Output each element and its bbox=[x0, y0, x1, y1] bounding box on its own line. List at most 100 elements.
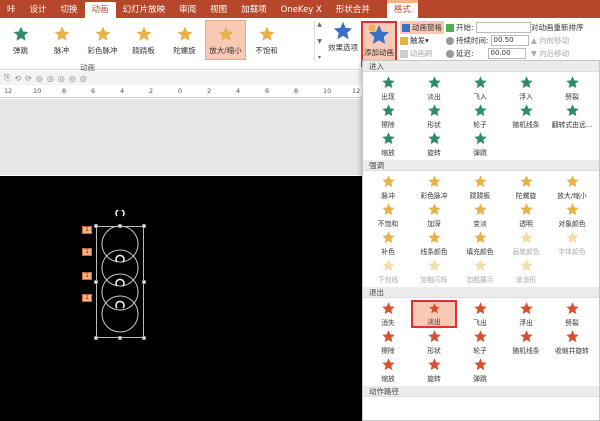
effect-item[interactable]: 不饱和 bbox=[365, 201, 411, 229]
star-icon bbox=[427, 203, 441, 216]
start-dropdown[interactable] bbox=[475, 22, 531, 33]
tab-8[interactable]: OneKey X bbox=[274, 2, 329, 18]
animation-order-badge[interactable]: 1 bbox=[82, 248, 92, 256]
resize-handle[interactable] bbox=[118, 224, 122, 228]
effect-item[interactable]: 收缩并旋转 bbox=[549, 328, 595, 356]
effect-item[interactable]: 翻转式由远... bbox=[549, 102, 595, 130]
animation-order-badge[interactable]: 1 bbox=[82, 294, 92, 302]
tab-format[interactable]: 格式 bbox=[386, 0, 418, 18]
tab-9[interactable]: 形状合并 bbox=[329, 2, 377, 18]
shape-icon[interactable]: ◎ bbox=[47, 74, 54, 83]
resize-handle[interactable] bbox=[94, 224, 98, 228]
effect-item[interactable]: 出现 bbox=[365, 74, 411, 102]
tab-3[interactable]: 动画 bbox=[84, 2, 116, 18]
star-icon bbox=[427, 104, 441, 117]
selected-shapes[interactable] bbox=[94, 210, 148, 340]
resize-handle[interactable] bbox=[118, 336, 122, 340]
effect-item[interactable]: 消失 bbox=[365, 300, 411, 328]
move-later-button[interactable]: ▼ 向后移动 bbox=[531, 47, 584, 60]
effect-options-button[interactable]: 效果选项 bbox=[324, 20, 362, 64]
effect-item[interactable]: 轮子 bbox=[457, 328, 503, 356]
effect-item[interactable]: 淡出 bbox=[411, 300, 457, 328]
effect-item[interactable]: 旋转 bbox=[411, 130, 457, 158]
scroll-up-icon[interactable]: ▲ bbox=[317, 21, 322, 28]
tab-0[interactable]: 咔 bbox=[0, 2, 23, 18]
animation-pane-button[interactable]: 动画窗格 bbox=[400, 21, 444, 34]
effect-item[interactable]: 轮子 bbox=[457, 102, 503, 130]
shape-icon[interactable]: ◎ bbox=[58, 74, 65, 83]
effect-item[interactable]: 擦除 bbox=[365, 328, 411, 356]
effect-item[interactable]: 加深 bbox=[411, 201, 457, 229]
effect-item[interactable]: 彩色脉冲 bbox=[411, 173, 457, 201]
tab-2[interactable]: 切换 bbox=[54, 2, 85, 18]
star-icon bbox=[519, 203, 533, 216]
effect-item[interactable]: 淡出 bbox=[411, 74, 457, 102]
animation-order-badge[interactable]: 1 bbox=[82, 272, 92, 280]
resize-handle[interactable] bbox=[142, 224, 146, 228]
tab-5[interactable]: 审阅 bbox=[172, 2, 203, 18]
animation-order-badge[interactable]: 1 bbox=[82, 226, 92, 234]
effect-item[interactable]: 跷跷板 bbox=[457, 173, 503, 201]
tab-7[interactable]: 加载项 bbox=[234, 2, 274, 18]
tab-4[interactable]: 幻灯片放映 bbox=[116, 2, 173, 18]
resize-handle[interactable] bbox=[94, 280, 98, 284]
effect-item[interactable]: 飞入 bbox=[457, 74, 503, 102]
undo-icon[interactable]: ⟲ bbox=[14, 74, 21, 83]
gallery-scroll[interactable]: ▲ ▼ ▾ bbox=[314, 21, 324, 61]
effect-item[interactable]: 变淡 bbox=[457, 201, 503, 229]
resize-handle[interactable] bbox=[142, 280, 146, 284]
gallery-more-icon[interactable]: ▾ bbox=[318, 54, 321, 61]
scroll-down-icon[interactable]: ▼ bbox=[317, 38, 322, 45]
shape-icon[interactable]: ◎ bbox=[69, 74, 76, 83]
tab-6[interactable]: 视图 bbox=[203, 2, 234, 18]
delay-input[interactable]: 00.00 bbox=[487, 48, 526, 59]
effect-item[interactable]: 填充颜色 bbox=[457, 229, 503, 257]
effect-item[interactable]: 形状 bbox=[411, 328, 457, 356]
effect-item[interactable]: 擦除 bbox=[365, 102, 411, 130]
effect-item: 加粗闪烁 bbox=[411, 257, 457, 285]
effect-item[interactable]: 劈裂 bbox=[549, 74, 595, 102]
effect-item[interactable]: 浮入 bbox=[503, 74, 549, 102]
effect-item-label: 缩放 bbox=[381, 149, 395, 157]
trigger-button[interactable]: 触发 ▾ bbox=[400, 34, 444, 47]
gallery-effect-4[interactable]: 陀螺旋 bbox=[164, 20, 205, 60]
effect-item[interactable]: 缩放 bbox=[365, 356, 411, 384]
effect-item[interactable]: 透明 bbox=[503, 201, 549, 229]
gallery-effect-3[interactable]: 跷跷板 bbox=[123, 20, 164, 60]
effect-item[interactable]: 劈裂 bbox=[549, 300, 595, 328]
effect-item[interactable]: 陀螺旋 bbox=[503, 173, 549, 201]
effect-item[interactable]: 补色 bbox=[365, 229, 411, 257]
effect-item[interactable]: 弹跳 bbox=[457, 130, 503, 158]
effect-item[interactable]: 随机线条 bbox=[503, 102, 549, 130]
move-earlier-button[interactable]: ▲ 向前移动 bbox=[531, 34, 584, 47]
effect-item[interactable]: 浮出 bbox=[503, 300, 549, 328]
effect-item: 画笔颜色 bbox=[503, 229, 549, 257]
redo-icon[interactable]: ⟳ bbox=[25, 74, 32, 83]
effect-item[interactable]: 旋转 bbox=[411, 356, 457, 384]
effect-item[interactable]: 形状 bbox=[411, 102, 457, 130]
shape-icon[interactable]: ◎ bbox=[80, 74, 87, 83]
gallery-effect-2[interactable]: 彩色脉冲 bbox=[82, 20, 123, 60]
resize-handle[interactable] bbox=[142, 336, 146, 340]
slide-canvas[interactable]: 1 1 1 1 bbox=[0, 176, 362, 421]
effect-item[interactable]: 脉冲 bbox=[365, 173, 411, 201]
gallery-effect-6[interactable]: 不饱和 bbox=[246, 20, 287, 60]
effect-item[interactable]: 弹跳 bbox=[457, 356, 503, 384]
resize-handle[interactable] bbox=[94, 336, 98, 340]
effect-item[interactable]: 放大/缩小 bbox=[549, 173, 595, 201]
gallery-effect-5[interactable]: 放大/缩小 bbox=[205, 20, 246, 60]
effect-item[interactable]: 缩放 bbox=[365, 130, 411, 158]
effect-item[interactable]: 随机线条 bbox=[503, 328, 549, 356]
effect-item[interactable]: 对象颜色 bbox=[549, 201, 595, 229]
gallery-effect-1[interactable]: 脉冲 bbox=[41, 20, 82, 60]
star-icon bbox=[519, 231, 533, 244]
section-header: 退出 bbox=[363, 287, 599, 298]
tab-1[interactable]: 设计 bbox=[23, 2, 54, 18]
shape-icon[interactable]: ◎ bbox=[36, 74, 43, 83]
gallery-effect-0[interactable]: 弹跳 bbox=[0, 20, 41, 60]
effect-item[interactable]: 飞出 bbox=[457, 300, 503, 328]
effect-item[interactable]: 线条颜色 bbox=[411, 229, 457, 257]
save-icon[interactable]: ⎘ bbox=[4, 73, 10, 83]
duration-input[interactable]: 00.50 bbox=[490, 35, 529, 46]
animation-painter-button[interactable]: 动画刷 bbox=[400, 47, 444, 60]
